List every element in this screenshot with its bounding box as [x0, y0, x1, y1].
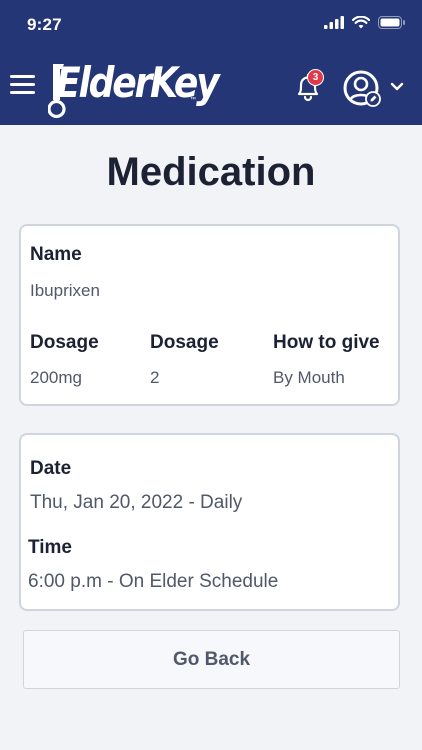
schedule-card: Date Thu, Jan 20, 2022 - Daily Time 6:00… [19, 433, 400, 611]
signal-icon [324, 16, 344, 29]
dosage-value: 200mg [30, 368, 82, 387]
date-value: Thu, Jan 20, 2022 - Daily [30, 492, 243, 513]
dosage-quantity-value: 2 [150, 368, 160, 387]
time-label: Time [28, 537, 73, 558]
chevron-down-icon[interactable] [390, 82, 404, 92]
wifi-icon [352, 16, 370, 29]
status-icons [324, 16, 406, 29]
dosage-quantity-label: Dosage [150, 332, 219, 353]
how-to-give-value: By Mouth [273, 368, 345, 387]
dosage-label: Dosage [30, 332, 99, 353]
date-label: Date [30, 458, 72, 479]
notification-badge: 3 [307, 69, 324, 86]
elderkey-logo[interactable]: ElderKey ™ [48, 58, 220, 119]
name-value: Ibuprixen [30, 281, 100, 300]
profile-avatar-icon[interactable] [342, 68, 382, 108]
page-title: Medication [106, 150, 316, 194]
status-time: 9:27 [27, 15, 62, 34]
status-bar: 9:27 [0, 0, 422, 50]
how-to-give-label: How to give [273, 332, 380, 353]
name-label: Name [30, 244, 82, 265]
trademark: ™ [190, 97, 196, 103]
go-back-button[interactable]: Go Back [23, 630, 400, 689]
menu-icon[interactable] [10, 75, 36, 95]
app-header: 9:27 ElderKey ™ 3 [0, 0, 422, 125]
medication-details-card: Name Ibuprixen Dosage 200mg Dosage 2 How… [19, 224, 400, 406]
time-value: 6:00 p.m - On Elder Schedule [28, 571, 279, 592]
battery-icon [378, 16, 405, 29]
